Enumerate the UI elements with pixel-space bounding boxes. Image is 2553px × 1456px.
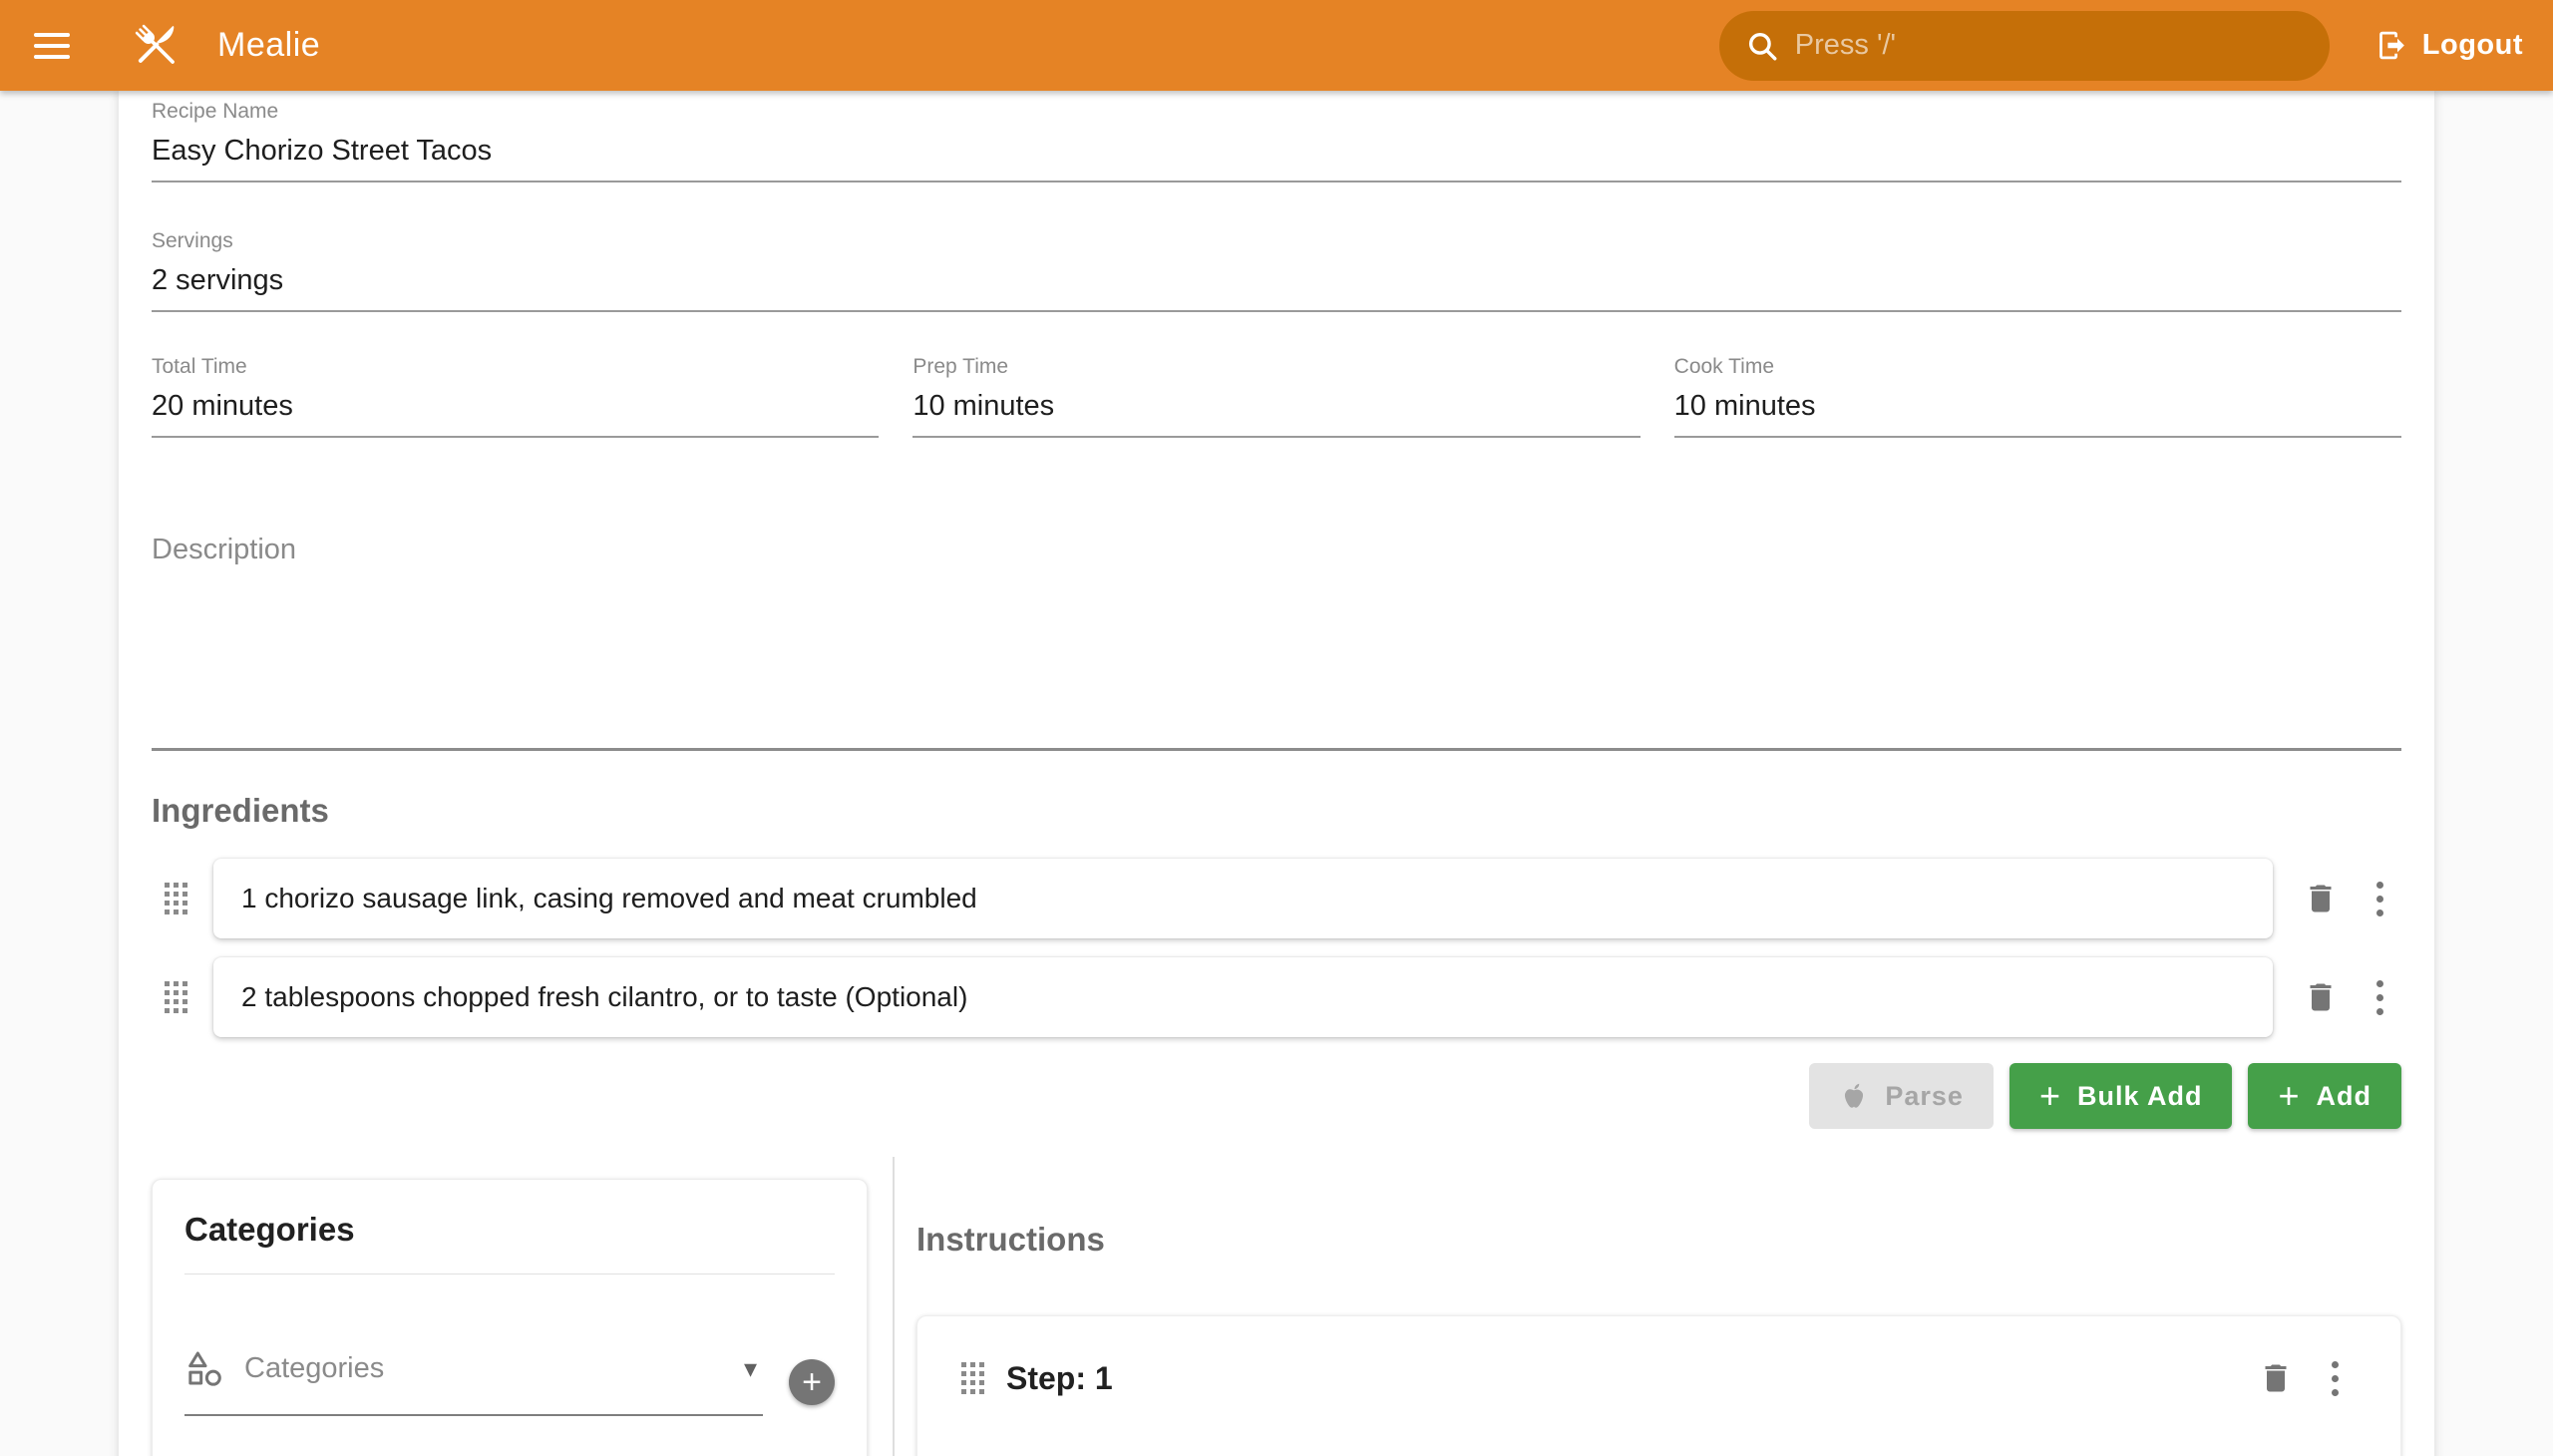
total-time-value[interactable]: 20 minutes: [152, 389, 879, 423]
step-title: Step: 1: [1006, 1354, 1113, 1402]
plus-icon: +: [2278, 1078, 2300, 1114]
total-time-label: Total Time: [152, 354, 879, 379]
categories-card: Categories Categories ▾: [152, 1179, 868, 1456]
total-time-field[interactable]: Total Time 20 minutes: [152, 354, 879, 438]
prep-time-label: Prep Time: [912, 354, 1640, 379]
search-icon: [1745, 29, 1779, 63]
add-label: Add: [2317, 1081, 2371, 1112]
bottom-section: Categories Categories ▾: [152, 1157, 2401, 1456]
drag-handle-icon[interactable]: [165, 883, 187, 914]
categories-select-label: Categories: [244, 1352, 384, 1385]
cook-time-label: Cook Time: [1674, 354, 2401, 379]
logout-label: Logout: [2422, 29, 2523, 62]
parse-label: Parse: [1885, 1081, 1964, 1112]
chevron-down-icon: ▾: [744, 1353, 757, 1384]
description-label: Description: [152, 533, 2401, 566]
search-input[interactable]: Press '/': [1719, 11, 2330, 81]
prep-time-field[interactable]: Prep Time 10 minutes: [912, 354, 1640, 438]
mealie-logo-icon: [126, 15, 187, 77]
plus-icon: +: [802, 1365, 822, 1399]
ingredient-menu-button[interactable]: [2372, 976, 2387, 1019]
ingredient-row: 2 tablespoons chopped fresh cilantro, or…: [152, 957, 2401, 1037]
apple-icon: [1839, 1081, 1869, 1111]
logout-button[interactable]: Logout: [2375, 29, 2523, 62]
delete-step-button[interactable]: [2258, 1360, 2294, 1396]
delete-ingredient-button[interactable]: [2303, 979, 2339, 1015]
cook-time-value[interactable]: 10 minutes: [1674, 389, 2401, 423]
ingredient-row: 1 chorizo sausage link, casing removed a…: [152, 859, 2401, 938]
categories-select[interactable]: Categories ▾: [184, 1348, 763, 1416]
ingredient-menu-button[interactable]: [2372, 878, 2387, 920]
prep-time-value[interactable]: 10 minutes: [912, 389, 1640, 423]
time-fields-row: Total Time 20 minutes Prep Time 10 minut…: [152, 354, 2401, 438]
drag-handle-icon[interactable]: [165, 981, 187, 1013]
app-title: Mealie: [217, 26, 320, 65]
delete-ingredient-button[interactable]: [2303, 881, 2339, 916]
plus-icon: +: [2039, 1078, 2061, 1114]
ingredients-heading: Ingredients: [152, 791, 2401, 831]
recipe-editor-sheet: Recipe Name Easy Chorizo Street Tacos Se…: [119, 91, 2434, 1456]
recipe-name-field[interactable]: Recipe Name Easy Chorizo Street Tacos: [152, 91, 2401, 182]
trash-icon: [2258, 1360, 2294, 1396]
servings-value[interactable]: 2 servings: [152, 263, 2401, 297]
step-header: Step: 1: [961, 1354, 2357, 1402]
bulk-add-button[interactable]: + Bulk Add: [2009, 1063, 2233, 1129]
search-placeholder: Press '/': [1795, 29, 1896, 62]
instructions-heading: Instructions: [916, 1220, 2401, 1260]
app-header: Mealie Press '/' Logout: [0, 0, 2553, 91]
instruction-step-card: Step: 1 Combine crumbled chorizo and chi…: [916, 1315, 2401, 1456]
logout-icon: [2375, 29, 2408, 62]
mealie-app: Mealie Press '/' Logout Recipe Name Easy…: [0, 0, 2553, 1456]
add-category-button[interactable]: +: [789, 1359, 835, 1405]
add-button[interactable]: + Add: [2248, 1063, 2401, 1129]
description-value[interactable]: [152, 566, 2401, 748]
instructions-column: Instructions Step: 1: [895, 1157, 2401, 1456]
categories-heading: Categories: [184, 1210, 835, 1250]
trash-icon: [2303, 881, 2339, 916]
trash-icon: [2303, 979, 2339, 1015]
drag-handle-icon[interactable]: [961, 1362, 984, 1394]
description-field[interactable]: Description: [152, 533, 2401, 751]
ingredient-input[interactable]: 1 chorizo sausage link, casing removed a…: [213, 859, 2273, 938]
step-menu-button[interactable]: [2328, 1357, 2343, 1400]
recipe-name-label: Recipe Name: [152, 99, 2401, 124]
parse-button[interactable]: Parse: [1809, 1063, 1994, 1129]
servings-label: Servings: [152, 228, 2401, 253]
ingredient-input[interactable]: 2 tablespoons chopped fresh cilantro, or…: [213, 957, 2273, 1037]
ingredient-actions: Parse + Bulk Add + Add: [152, 1063, 2401, 1129]
shapes-icon: [184, 1348, 224, 1388]
recipe-name-value[interactable]: Easy Chorizo Street Tacos: [152, 134, 2401, 168]
organizer-column: Categories Categories ▾: [152, 1157, 895, 1456]
bulk-add-label: Bulk Add: [2077, 1081, 2203, 1112]
categories-select-row: Categories ▾ +: [184, 1348, 835, 1416]
servings-field[interactable]: Servings 2 servings: [152, 228, 2401, 312]
cook-time-field[interactable]: Cook Time 10 minutes: [1674, 354, 2401, 438]
hamburger-menu-icon[interactable]: [34, 22, 82, 70]
